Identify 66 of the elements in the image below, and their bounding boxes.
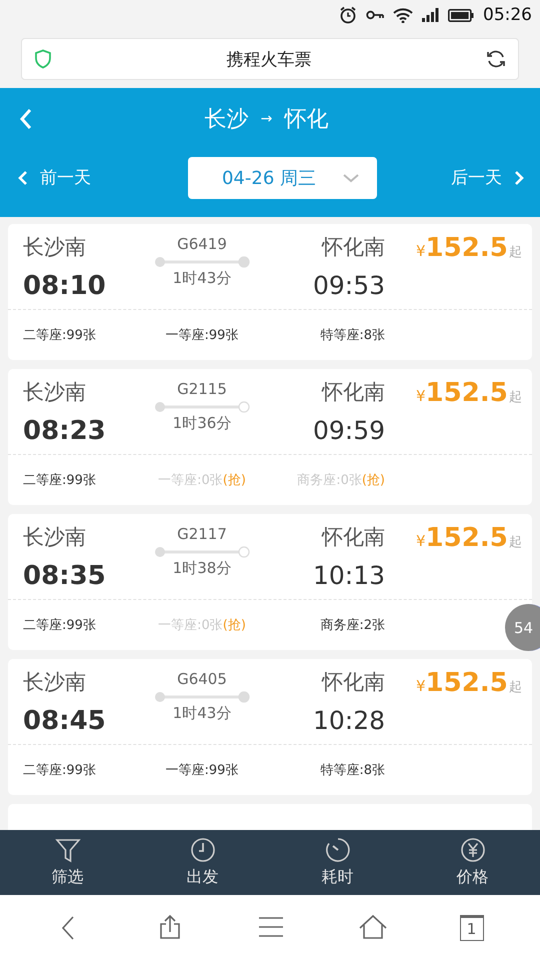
route-arrow: → bbox=[260, 111, 272, 127]
departure-time: 08:23 bbox=[23, 416, 107, 448]
seat-availability: 一等座:99张 bbox=[164, 762, 240, 779]
train-number: G6405 bbox=[177, 670, 227, 688]
ticket-price: ¥152.5 起 bbox=[415, 233, 523, 265]
arrival-time: 10:28 bbox=[312, 706, 385, 737]
departure-station: 长沙南 bbox=[23, 524, 87, 551]
alarm-icon bbox=[339, 6, 357, 24]
train-number: G6419 bbox=[177, 235, 227, 253]
status-time: 05:26 bbox=[483, 5, 532, 25]
ticket-price: ¥152.5 起 bbox=[415, 523, 523, 555]
seat-availability: 二等座:99张 bbox=[23, 762, 97, 779]
departure-station: 长沙南 bbox=[23, 669, 87, 696]
origin-city: 长沙 bbox=[204, 106, 249, 134]
ticket-price: ¥152.5 起 bbox=[415, 378, 523, 410]
signal-icon bbox=[422, 8, 439, 22]
seat-availability: 特等座:8张 bbox=[319, 327, 385, 344]
sort-tab[interactable]: 耗时 bbox=[270, 830, 405, 895]
seat-availability: 二等座:99张 bbox=[23, 617, 97, 634]
travel-duration: 1时43分 bbox=[172, 269, 232, 288]
wifi-icon bbox=[393, 8, 413, 22]
travel-duration: 1时36分 bbox=[172, 414, 232, 433]
date-picker[interactable]: 04-26 周三 bbox=[188, 156, 376, 198]
chevron-down-icon bbox=[342, 172, 360, 182]
seat-availability: 商务座:2张 bbox=[319, 617, 385, 634]
yen-icon bbox=[460, 837, 486, 863]
sort-tab[interactable]: 价格 bbox=[405, 830, 540, 895]
arrival-station: 怀化南 bbox=[320, 379, 385, 406]
chevron-right-icon bbox=[514, 170, 524, 186]
seat-availability: 特等座:8张 bbox=[319, 762, 385, 779]
clock-icon bbox=[190, 837, 216, 863]
arrival-time: 09:59 bbox=[312, 416, 385, 447]
departure-time: 08:35 bbox=[23, 561, 107, 593]
filter-icon bbox=[54, 837, 80, 863]
arrival-station: 怀化南 bbox=[320, 234, 385, 261]
arrival-station: 怀化南 bbox=[320, 669, 385, 696]
travel-duration: 1时43分 bbox=[172, 704, 232, 723]
arrival-time: 09:53 bbox=[312, 271, 385, 302]
address-bar[interactable]: 携程火车票 bbox=[21, 38, 519, 80]
departure-time: 08:45 bbox=[23, 706, 107, 738]
sort-tab[interactable]: 筛选 bbox=[0, 830, 135, 895]
train-number: G2117 bbox=[177, 525, 227, 543]
chevron-left-icon bbox=[18, 170, 28, 186]
tabs-button[interactable]: 1 bbox=[460, 914, 484, 940]
seat-availability: 一等座:99张 bbox=[164, 327, 240, 344]
train-card[interactable]: 长沙南 G6419 1时43分 怀化南 ¥152.5 起 08:10 09:53 二等座:99张 一等座:99张 特等座:8张 bbox=[8, 224, 532, 360]
page-title: 携程火车票 bbox=[226, 48, 312, 70]
battery-icon bbox=[448, 8, 474, 22]
sort-tab[interactable]: 出发 bbox=[135, 830, 270, 895]
refresh-icon[interactable] bbox=[486, 49, 506, 69]
seat-availability: 二等座:99张 bbox=[23, 327, 97, 344]
arrival-station: 怀化南 bbox=[320, 524, 385, 551]
key-icon bbox=[366, 9, 384, 21]
stopwatch-icon bbox=[324, 837, 350, 863]
destination-city: 怀化 bbox=[284, 106, 328, 134]
train-card[interactable]: 长沙南 G6405 1时43分 怀化南 ¥152.5 起 08:45 10:28 二等座:99张 一等座:99张 特等座:8张 bbox=[8, 659, 532, 795]
arrival-time: 10:13 bbox=[312, 561, 385, 592]
ticket-price: ¥152.5 起 bbox=[415, 668, 523, 700]
train-number: G2115 bbox=[177, 380, 227, 398]
home-icon[interactable] bbox=[358, 914, 387, 942]
departure-station: 长沙南 bbox=[23, 379, 87, 406]
shield-icon bbox=[34, 49, 52, 69]
departure-time: 08:10 bbox=[23, 271, 107, 303]
travel-duration: 1时38分 bbox=[172, 559, 232, 578]
seat-availability: 二等座:99张 bbox=[23, 472, 97, 489]
departure-station: 长沙南 bbox=[23, 234, 87, 261]
